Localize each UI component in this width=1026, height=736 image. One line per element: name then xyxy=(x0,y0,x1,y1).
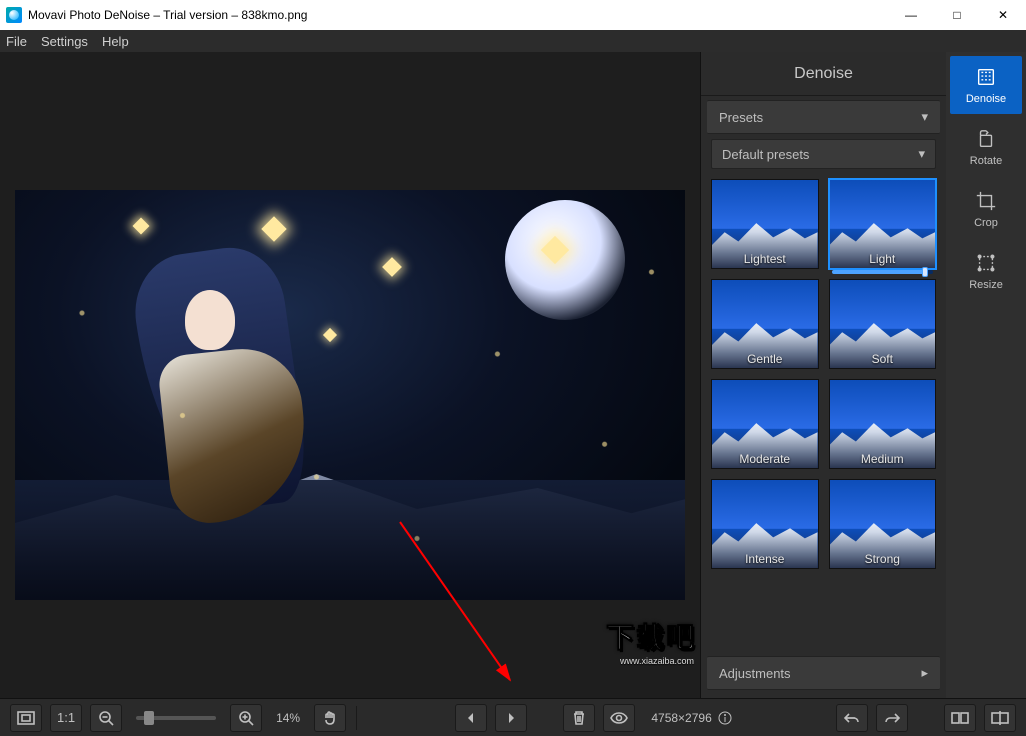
adjustments-section-header[interactable]: Adjustments ▸ xyxy=(707,656,940,690)
redo-button[interactable] xyxy=(876,704,908,732)
app-icon xyxy=(6,7,22,23)
bottom-toolbar: 1:1 14% 4758×2796 xyxy=(0,698,1026,736)
adjustments-label: Adjustments xyxy=(719,666,791,681)
resize-icon xyxy=(974,251,998,275)
preset-label: Soft xyxy=(830,350,936,368)
image-preview xyxy=(15,190,685,600)
zoom-in-button[interactable] xyxy=(230,704,262,732)
actual-size-button[interactable]: 1:1 xyxy=(50,704,82,732)
tool-resize[interactable]: Resize xyxy=(950,242,1022,300)
tool-denoise[interactable]: Denoise xyxy=(950,56,1022,114)
preset-intensity-slider[interactable] xyxy=(832,270,934,274)
tool-rotate[interactable]: Rotate xyxy=(950,118,1022,176)
preset-label: Gentle xyxy=(712,350,818,368)
watermark-text: 下载吧 xyxy=(606,616,696,656)
close-button[interactable]: ✕ xyxy=(980,0,1026,30)
dimensions-text: 4758×2796 xyxy=(651,711,711,725)
rotate-icon xyxy=(974,127,998,151)
denoise-icon xyxy=(974,65,998,89)
hand-tool-button[interactable] xyxy=(314,704,346,732)
watermark-url: www.xiazaiba.com xyxy=(620,656,694,666)
preset-label: Light xyxy=(830,250,936,268)
panel-title: Denoise xyxy=(701,52,946,96)
actual-size-label: 1:1 xyxy=(57,710,75,725)
menu-help[interactable]: Help xyxy=(102,34,129,49)
zoom-out-button[interactable] xyxy=(90,704,122,732)
presets-label: Presets xyxy=(719,110,763,125)
chevron-down-icon: ▾ xyxy=(921,109,928,125)
image-dimensions: 4758×2796 xyxy=(643,711,739,725)
tool-label: Crop xyxy=(974,217,998,229)
preset-strong[interactable]: Strong xyxy=(829,479,937,569)
right-panel: Denoise Presets ▾ Default presets ▾ Ligh… xyxy=(700,52,946,698)
preset-grid: Lightest Light Gentle Soft Moderate Medi… xyxy=(701,169,946,652)
preset-soft[interactable]: Soft xyxy=(829,279,937,369)
chevron-down-icon: ▾ xyxy=(918,146,925,162)
main-area: 下载吧 www.xiazaiba.com Denoise Presets ▾ D… xyxy=(0,52,1026,698)
window-title: Movavi Photo DeNoise – Trial version – 8… xyxy=(28,8,888,22)
window-titlebar: Movavi Photo DeNoise – Trial version – 8… xyxy=(0,0,1026,30)
next-button[interactable] xyxy=(495,704,527,732)
preset-label: Strong xyxy=(830,550,936,568)
tool-crop[interactable]: Crop xyxy=(950,180,1022,238)
menu-settings[interactable]: Settings xyxy=(41,34,88,49)
undo-button[interactable] xyxy=(836,704,868,732)
preset-label: Intense xyxy=(712,550,818,568)
delete-button[interactable] xyxy=(563,704,595,732)
crop-icon xyxy=(974,189,998,213)
presets-dropdown[interactable]: Default presets ▾ xyxy=(711,139,936,169)
prev-button[interactable] xyxy=(455,704,487,732)
tool-label: Rotate xyxy=(970,155,1002,167)
preset-label: Medium xyxy=(830,450,936,468)
tool-label: Denoise xyxy=(966,93,1006,105)
before-after-button[interactable] xyxy=(984,704,1016,732)
preview-toggle-button[interactable] xyxy=(603,704,635,732)
maximize-button[interactable]: □ xyxy=(934,0,980,30)
zoom-slider[interactable] xyxy=(136,716,216,720)
preset-medium[interactable]: Medium xyxy=(829,379,937,469)
menu-file[interactable]: File xyxy=(6,34,27,49)
chevron-right-icon: ▸ xyxy=(921,665,928,681)
presets-section-header[interactable]: Presets ▾ xyxy=(707,100,940,134)
menu-bar: File Settings Help xyxy=(0,30,1026,52)
preset-label: Moderate xyxy=(712,450,818,468)
fit-screen-button[interactable] xyxy=(10,704,42,732)
compare-button[interactable] xyxy=(944,704,976,732)
separator xyxy=(356,706,357,730)
preset-label: Lightest xyxy=(712,250,818,268)
preset-gentle[interactable]: Gentle xyxy=(711,279,819,369)
tool-label: Resize xyxy=(969,279,1003,291)
canvas-area[interactable]: 下载吧 www.xiazaiba.com xyxy=(0,52,700,698)
minimize-button[interactable]: ― xyxy=(888,0,934,30)
preset-lightest[interactable]: Lightest xyxy=(711,179,819,269)
presets-dropdown-label: Default presets xyxy=(722,147,809,162)
tool-sidebar: Denoise Rotate Crop Resize xyxy=(946,52,1026,698)
preset-intense[interactable]: Intense xyxy=(711,479,819,569)
zoom-percent: 14% xyxy=(270,711,306,725)
info-icon[interactable] xyxy=(718,711,732,725)
preset-light[interactable]: Light xyxy=(829,179,937,269)
preset-moderate[interactable]: Moderate xyxy=(711,379,819,469)
